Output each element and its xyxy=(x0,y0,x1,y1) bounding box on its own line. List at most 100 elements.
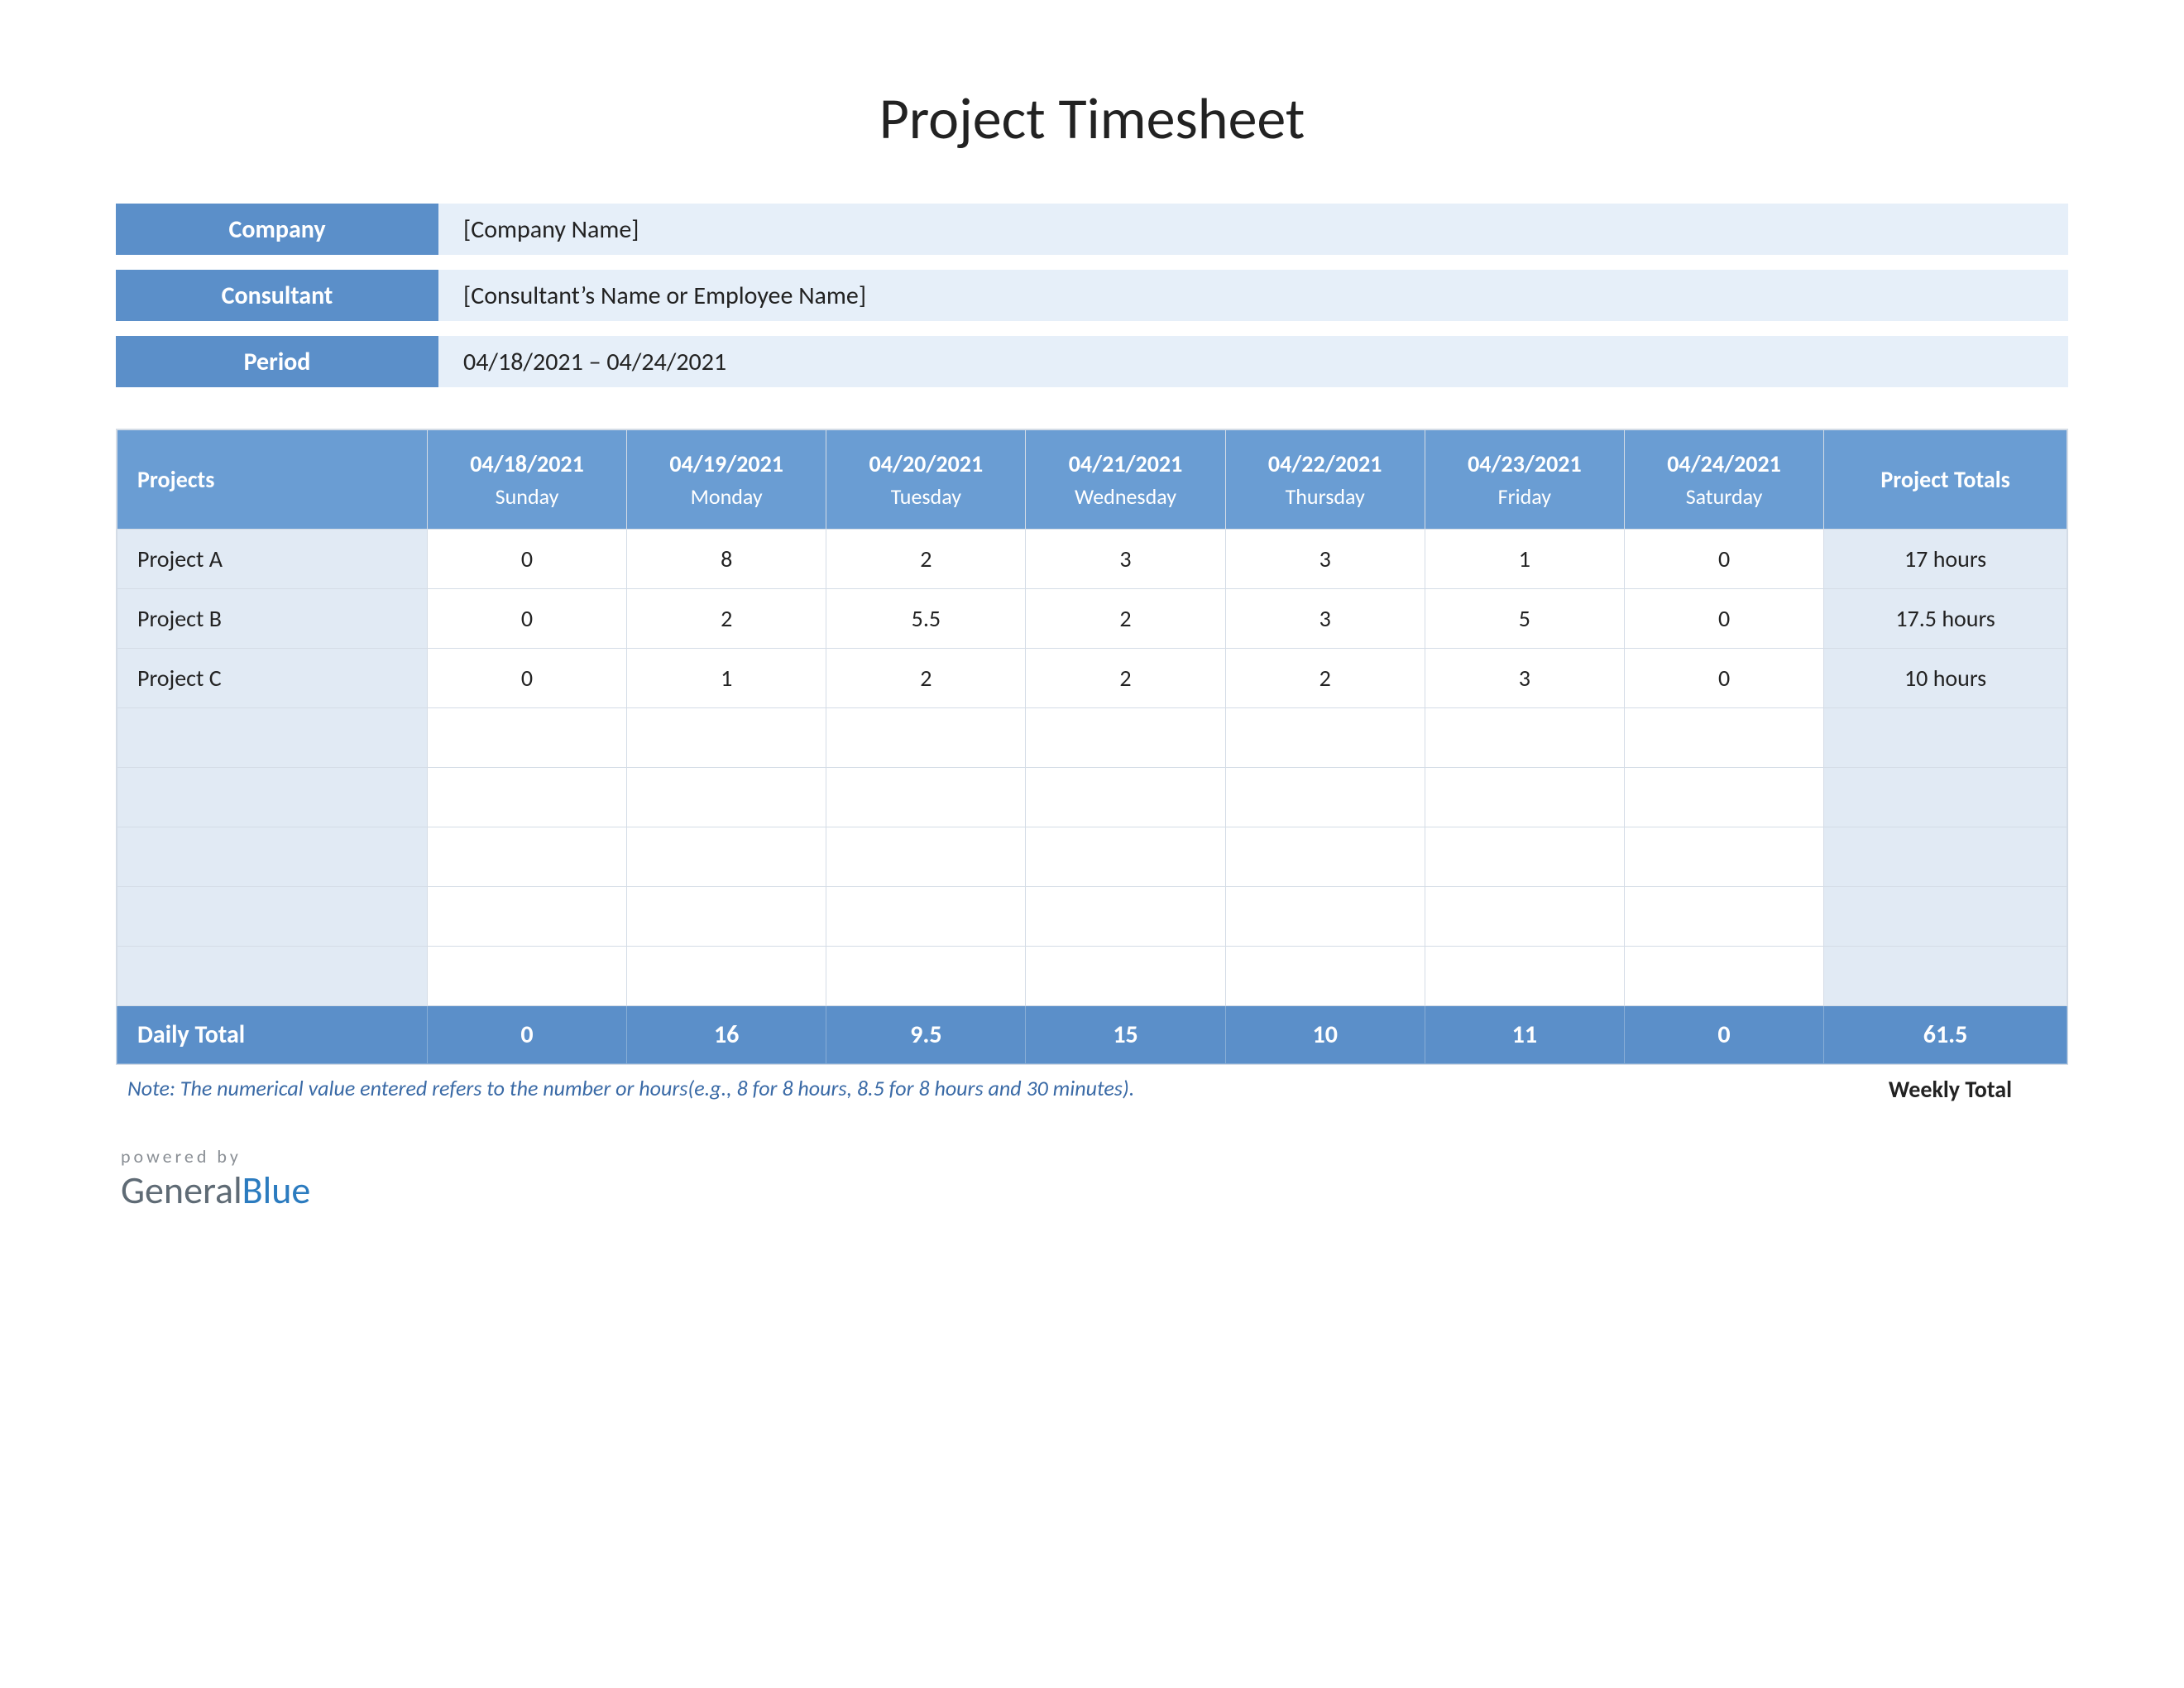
hours-cell[interactable] xyxy=(427,947,626,1006)
hours-cell[interactable] xyxy=(1225,708,1425,768)
hours-cell[interactable] xyxy=(427,708,626,768)
hours-cell[interactable]: 0 xyxy=(1624,530,1823,589)
header-date: 04/24/2021 xyxy=(1636,449,1812,478)
header-date: 04/21/2021 xyxy=(1037,449,1213,478)
hours-cell[interactable] xyxy=(1624,708,1823,768)
hours-cell[interactable] xyxy=(826,827,1026,887)
hours-cell[interactable]: 0 xyxy=(1624,649,1823,708)
hours-cell[interactable] xyxy=(627,887,826,947)
hours-cell[interactable] xyxy=(627,708,826,768)
table-row xyxy=(117,768,2067,827)
hours-cell[interactable] xyxy=(1026,947,1225,1006)
hours-cell[interactable] xyxy=(826,768,1026,827)
hours-cell[interactable]: 3 xyxy=(1425,649,1624,708)
info-row-company: Company [Company Name] xyxy=(116,204,2068,255)
hours-cell[interactable]: 3 xyxy=(1026,530,1225,589)
project-total-cell: 17.5 hours xyxy=(1824,589,2067,649)
table-row xyxy=(117,827,2067,887)
hours-cell[interactable] xyxy=(627,768,826,827)
page-title: Project Timesheet xyxy=(116,83,2068,154)
header-day-3: 04/21/2021Wednesday xyxy=(1026,430,1225,530)
header-date: 04/22/2021 xyxy=(1238,449,1413,478)
company-value[interactable]: [Company Name] xyxy=(438,204,2068,255)
hours-cell[interactable] xyxy=(1225,947,1425,1006)
hours-cell[interactable]: 2 xyxy=(826,530,1026,589)
hours-cell[interactable]: 2 xyxy=(627,589,826,649)
period-value[interactable]: 04/18/2021 – 04/24/2021 xyxy=(438,336,2068,387)
hours-cell[interactable] xyxy=(1425,887,1624,947)
hours-cell[interactable] xyxy=(427,887,626,947)
hours-cell[interactable]: 1 xyxy=(627,649,826,708)
project-name-cell[interactable]: Project B xyxy=(117,589,428,649)
header-day-2: 04/20/2021Tuesday xyxy=(826,430,1026,530)
powered-by-text: powered by xyxy=(121,1145,2068,1168)
hours-cell[interactable]: 2 xyxy=(826,649,1026,708)
project-name-cell[interactable]: Project C xyxy=(117,649,428,708)
table-row: Project A082331017 hours xyxy=(117,530,2067,589)
hours-cell[interactable] xyxy=(1225,827,1425,887)
hours-cell[interactable] xyxy=(627,947,826,1006)
daily-total-1: 16 xyxy=(627,1006,826,1064)
hours-cell[interactable] xyxy=(1624,947,1823,1006)
hours-cell[interactable]: 0 xyxy=(427,589,626,649)
header-project-totals: Project Totals xyxy=(1824,430,2067,530)
hours-cell[interactable] xyxy=(627,827,826,887)
hours-cell[interactable] xyxy=(1624,827,1823,887)
project-name-cell[interactable] xyxy=(117,708,428,768)
consultant-value[interactable]: [Consultant’s Name or Employee Name] xyxy=(438,270,2068,321)
hours-cell[interactable] xyxy=(826,947,1026,1006)
hours-cell[interactable] xyxy=(1425,947,1624,1006)
hours-cell[interactable] xyxy=(1425,708,1624,768)
project-total-cell: 10 hours xyxy=(1824,649,2067,708)
hours-cell[interactable] xyxy=(826,887,1026,947)
table-row xyxy=(117,708,2067,768)
weekly-total-value: 61.5 xyxy=(1824,1006,2067,1064)
table-row xyxy=(117,887,2067,947)
brand-name-b: Blue xyxy=(242,1168,311,1214)
project-name-cell[interactable] xyxy=(117,827,428,887)
hours-cell[interactable] xyxy=(1026,768,1225,827)
project-total-cell xyxy=(1824,827,2067,887)
project-name-cell[interactable] xyxy=(117,887,428,947)
hours-cell[interactable] xyxy=(1026,708,1225,768)
hours-cell[interactable]: 5 xyxy=(1425,589,1624,649)
hours-cell[interactable]: 0 xyxy=(427,530,626,589)
hours-cell[interactable]: 2 xyxy=(1225,649,1425,708)
hours-cell[interactable] xyxy=(1026,887,1225,947)
hours-cell[interactable]: 3 xyxy=(1225,530,1425,589)
daily-total-2: 9.5 xyxy=(826,1006,1026,1064)
hours-cell[interactable]: 3 xyxy=(1225,589,1425,649)
project-total-cell: 17 hours xyxy=(1824,530,2067,589)
hours-cell[interactable]: 1 xyxy=(1425,530,1624,589)
project-name-cell[interactable] xyxy=(117,768,428,827)
brand-name-a: General xyxy=(121,1168,242,1214)
header-date: 04/18/2021 xyxy=(439,449,615,478)
hours-cell[interactable]: 0 xyxy=(427,649,626,708)
hours-cell[interactable]: 2 xyxy=(1026,649,1225,708)
hours-cell[interactable] xyxy=(1225,768,1425,827)
hours-cell[interactable] xyxy=(427,768,626,827)
hours-cell[interactable]: 0 xyxy=(1624,589,1823,649)
hours-cell[interactable]: 8 xyxy=(627,530,826,589)
info-row-period: Period 04/18/2021 – 04/24/2021 xyxy=(116,336,2068,387)
daily-total-0: 0 xyxy=(427,1006,626,1064)
timesheet-table: Projects 04/18/2021Sunday 04/19/2021Mond… xyxy=(117,429,2067,1064)
table-header-row: Projects 04/18/2021Sunday 04/19/2021Mond… xyxy=(117,430,2067,530)
hours-cell[interactable] xyxy=(1026,827,1225,887)
hours-cell[interactable] xyxy=(1624,887,1823,947)
hours-cell[interactable]: 5.5 xyxy=(826,589,1026,649)
daily-total-row: Daily Total 0 16 9.5 15 10 11 0 61.5 xyxy=(117,1006,2067,1064)
hours-cell[interactable] xyxy=(826,708,1026,768)
brand-name: GeneralBlue xyxy=(121,1168,2068,1214)
hours-cell[interactable] xyxy=(1624,768,1823,827)
hours-cell[interactable] xyxy=(427,827,626,887)
project-name-cell[interactable] xyxy=(117,947,428,1006)
hours-cell[interactable] xyxy=(1225,887,1425,947)
header-day-5: 04/23/2021Friday xyxy=(1425,430,1624,530)
hours-cell[interactable] xyxy=(1425,768,1624,827)
weekly-total-label: Weekly Total xyxy=(1889,1075,2062,1104)
project-name-cell[interactable]: Project A xyxy=(117,530,428,589)
project-total-cell xyxy=(1824,887,2067,947)
hours-cell[interactable]: 2 xyxy=(1026,589,1225,649)
hours-cell[interactable] xyxy=(1425,827,1624,887)
